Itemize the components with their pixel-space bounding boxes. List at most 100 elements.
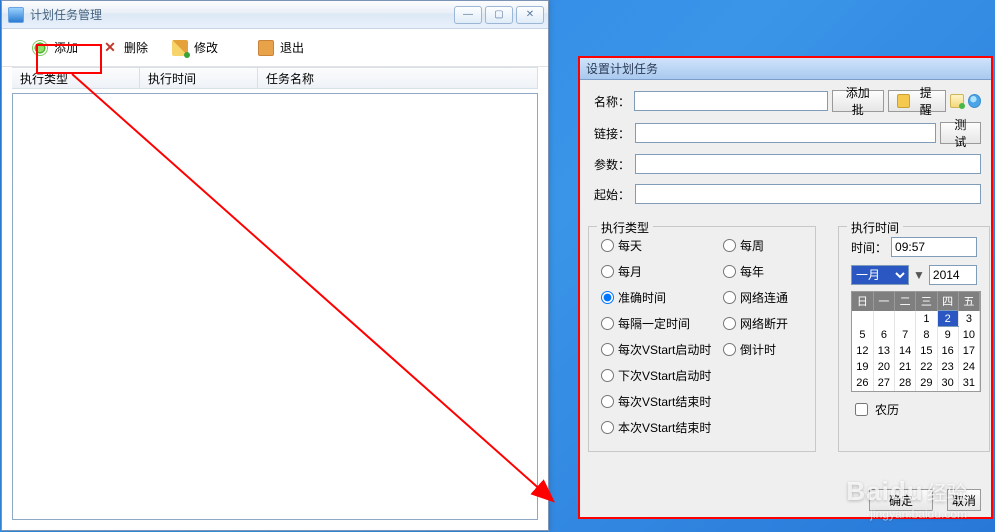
bell-icon [897,94,910,108]
calendar-day[interactable]: 29 [916,375,937,391]
calendar-day[interactable]: 10 [958,327,979,343]
exec-radio[interactable] [601,239,614,252]
test-button[interactable]: 测试 [940,122,981,144]
col-exec-time[interactable]: 执行时间 [140,68,258,88]
exec-radio-item[interactable]: 每年 [723,263,788,280]
minimize-button[interactable]: — [454,6,482,24]
calendar-day[interactable]: 2 [937,311,958,327]
calendar-day[interactable]: 20 [873,359,894,375]
calendar-day[interactable]: 19 [852,359,873,375]
edit-icon [172,40,188,56]
name-input[interactable] [634,91,827,111]
calendar-day[interactable]: 26 [852,375,873,391]
col-task-name[interactable]: 任务名称 [258,68,538,88]
calendar-day[interactable]: 24 [958,359,979,375]
maximize-button[interactable]: ▢ [485,6,513,24]
calendar-day[interactable]: 21 [895,359,916,375]
calendar-day[interactable] [852,311,873,327]
exec-radio-item[interactable]: 网络连通 [723,289,788,306]
month-select[interactable]: 一月 [851,265,909,285]
calendar-day[interactable]: 15 [916,343,937,359]
calendar-day[interactable]: 28 [895,375,916,391]
calendar-day[interactable]: 9 [937,327,958,343]
groups-row: 执行类型 每天每月准确时间每隔一定时间每次VStart启动时下次VStart启动… [580,220,991,452]
calendar-day[interactable]: 7 [895,327,916,343]
add-batch-button[interactable]: 添加批 [832,90,884,112]
calendar-day[interactable]: 12 [852,343,873,359]
exec-radio[interactable] [601,369,614,382]
watermark: Baidu 经验 jingyan.baidu.com [846,475,967,523]
calendar-day[interactable] [873,311,894,327]
exec-radio-item[interactable]: 本次VStart结束时 [601,419,723,436]
calendar-day[interactable]: 17 [958,343,979,359]
delete-button[interactable]: ✕ 删除 [92,35,158,60]
window-title: 计划任务管理 [30,6,454,23]
exit-button[interactable]: 退出 [248,35,314,60]
calendar-day[interactable]: 27 [873,375,894,391]
exec-radio[interactable] [723,291,736,304]
link-label: 链接： [594,125,631,142]
calendar-day[interactable]: 23 [937,359,958,375]
exec-type-legend: 执行类型 [597,219,653,236]
exec-radio-item[interactable]: 准确时间 [601,289,723,306]
link-input[interactable] [635,123,936,143]
col-exec-type[interactable]: 执行类型 [12,68,140,88]
exec-radio-item[interactable]: 每周 [723,237,788,254]
calendar-day[interactable]: 6 [873,327,894,343]
start-input[interactable] [635,184,981,204]
grid-body[interactable] [12,93,538,520]
add-label: 添加 [54,39,78,56]
exec-radio[interactable] [601,395,614,408]
calendar-day[interactable]: 13 [873,343,894,359]
exec-radio[interactable] [601,421,614,434]
exit-label: 退出 [280,39,304,56]
close-button[interactable]: ✕ [516,6,544,24]
calendar-day[interactable]: 22 [916,359,937,375]
exec-radio[interactable] [723,265,736,278]
exec-radio[interactable] [601,265,614,278]
grid-header: 执行类型 执行时间 任务名称 [12,67,538,89]
time-label: 时间： [851,239,887,256]
exec-radio[interactable] [601,343,614,356]
delete-label: 删除 [124,39,148,56]
remind-button[interactable]: 提醒 [888,90,946,112]
toolbar: 添加 ✕ 删除 修改 退出 [2,29,548,67]
folder-add-icon[interactable] [950,94,963,108]
exec-radio-item[interactable]: 每次VStart启动时 [601,341,723,358]
exec-radio-item[interactable]: 下次VStart启动时 [601,367,723,384]
calendar-day[interactable] [895,311,916,327]
calendar-day[interactable]: 16 [937,343,958,359]
exec-radio[interactable] [723,239,736,252]
lunar-checkbox[interactable] [855,403,868,416]
exec-radio-item[interactable]: 倒计时 [723,341,788,358]
params-label: 参数： [594,156,631,173]
add-button[interactable]: 添加 [22,35,88,60]
exec-radio-item[interactable]: 每次VStart结束时 [601,393,723,410]
exec-radio-item[interactable]: 每月 [601,263,723,280]
globe-icon[interactable] [968,94,981,108]
params-input[interactable] [635,154,981,174]
calendar-day[interactable]: 3 [958,311,979,327]
calendar-day[interactable]: 14 [895,343,916,359]
exec-radio-item[interactable]: 网络断开 [723,315,788,332]
exec-radio[interactable] [723,343,736,356]
edit-button[interactable]: 修改 [162,35,228,60]
exec-radio-item[interactable]: 每隔一定时间 [601,315,723,332]
dialog-title: 设置计划任务 [580,58,991,80]
exec-radio[interactable] [723,317,736,330]
exec-radio-col-left: 每天每月准确时间每隔一定时间每次VStart启动时下次VStart启动时每次VS… [601,237,723,436]
calendar[interactable]: 日一二三四五 123567891012131415161719202122232… [851,291,981,392]
delete-icon: ✕ [102,40,118,56]
task-manager-window: 计划任务管理 — ▢ ✕ 添加 ✕ 删除 修改 退出 执行类型 执行时间 [1,0,549,531]
time-input[interactable] [891,237,977,257]
calendar-day[interactable]: 5 [852,327,873,343]
form-area: 名称： 添加批 提醒 链接： 测试 参数： 起始： [580,80,991,220]
calendar-day[interactable]: 30 [937,375,958,391]
year-input[interactable] [929,265,977,285]
calendar-day[interactable]: 8 [916,327,937,343]
exec-radio[interactable] [601,317,614,330]
calendar-day[interactable]: 1 [916,311,937,327]
exec-radio[interactable] [601,291,614,304]
exec-radio-item[interactable]: 每天 [601,237,723,254]
calendar-day[interactable]: 31 [958,375,979,391]
